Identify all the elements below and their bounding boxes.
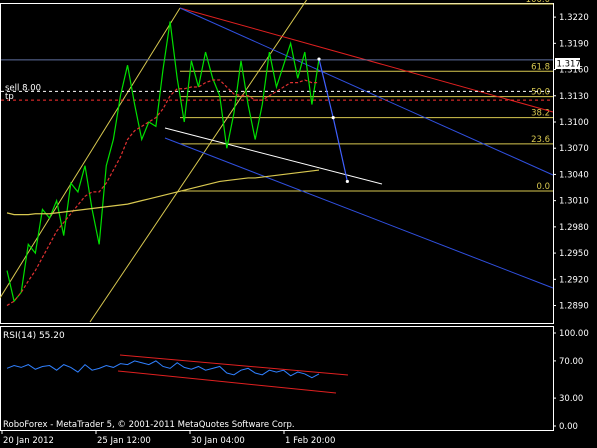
order-levels[interactable]: sell 8.00tp	[1, 59, 553, 102]
price-tick-label: 1.2920	[559, 275, 589, 285]
price-tick-label: 1.3040	[559, 170, 589, 180]
forecast-point	[345, 179, 349, 184]
price-tick-label: 1.2890	[559, 302, 589, 312]
fib-level-label: 0.0	[536, 182, 550, 192]
fib-level-label: 61.8	[531, 62, 550, 72]
metatrader-chart-window[interactable]: 100.0 61.8 50.0 38.2 23.6 0.0 sell 8.00 tp 1.3…	[0, 0, 597, 448]
rsi-channel-upper[interactable]	[119, 354, 349, 376]
time-tick-label: 30 Jan 04:00	[191, 436, 245, 446]
rsi-title: RSI(14) 55.20	[3, 331, 65, 341]
current-price-label: 1.3171	[557, 60, 587, 70]
time-tick-label: 20 Jan 2012	[3, 436, 54, 446]
blue-channel-lower[interactable]	[164, 137, 554, 289]
trend-channels[interactable]	[0, 0, 554, 323]
rsi-tick-label: 70.00	[559, 357, 583, 367]
price-tick-label: 1.3010	[559, 197, 589, 207]
fib-level-label: 100.0	[526, 0, 550, 5]
series-line-price	[6, 21, 320, 303]
price-series	[6, 21, 349, 307]
forecast-point	[317, 57, 321, 61]
price-tick-label: 1.3130	[559, 92, 589, 102]
rsi-tick-label: 0.00	[559, 422, 578, 432]
rsi-tick-label: 100.00	[559, 329, 589, 339]
axes: 1.32201.31901.31601.31301.31001.30701.30…	[1, 13, 589, 446]
order-level-label: tp	[5, 92, 14, 102]
price-tick-label: 1.2950	[559, 249, 589, 259]
time-tick-label: 25 Jan 12:00	[97, 436, 151, 446]
price-chart[interactable]: 100.061.850.038.223.60.0 sell 8.00tp 1.3…	[0, 0, 597, 448]
price-tick-label: 1.3070	[559, 144, 589, 154]
series-line-moving-average-fast-	[6, 79, 319, 307]
price-tick-label: 1.3190	[559, 39, 589, 49]
price-tick-label: 1.3220	[559, 13, 589, 23]
fib-level-label: 50.0	[531, 88, 550, 98]
time-tick-label: 1 Feb 20:00	[285, 436, 335, 446]
forecast-point	[331, 116, 335, 120]
copyright-watermark: RoboForex - MetaTrader 5, © 2001-2011 Me…	[3, 420, 295, 430]
price-tick-label: 1.2980	[559, 223, 589, 233]
price-tick-label: 1.3100	[559, 118, 589, 128]
rsi-panel-frame	[0, 326, 554, 431]
yellow-channel-lower[interactable]	[89, 0, 320, 323]
series-line-forecast	[318, 58, 348, 182]
current-price-tag: 1.3171	[555, 58, 586, 70]
fib-level-label: 23.6	[531, 135, 550, 145]
rsi-tick-label: 30.00	[559, 394, 583, 404]
rsi-channel-lower[interactable]	[117, 370, 337, 394]
